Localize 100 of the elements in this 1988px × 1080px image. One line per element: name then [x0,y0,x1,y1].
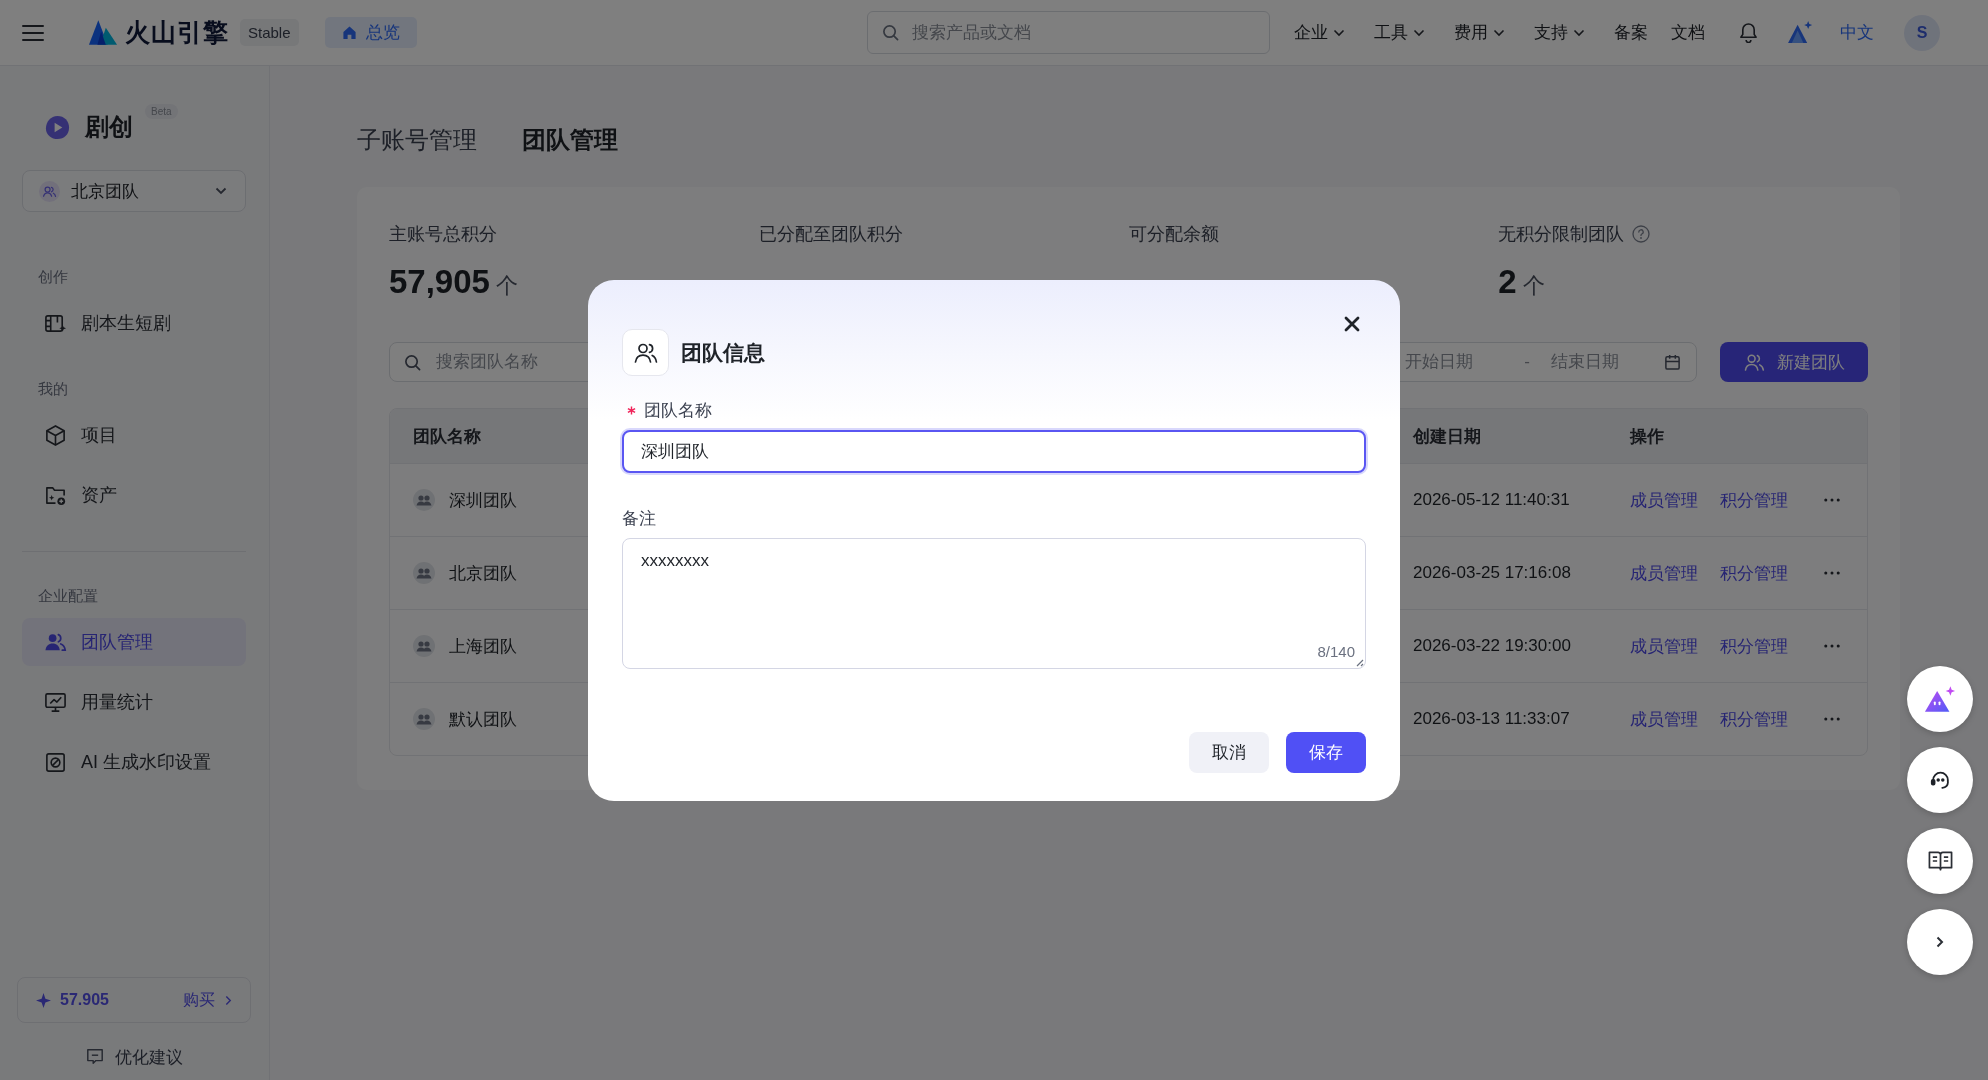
tab[interactable]: 团队管理 [522,124,618,156]
nav-menu[interactable]: 备案 [1614,21,1648,44]
stat-label: 可分配余额 [1128,223,1219,246]
team-name: 北京团队 [449,562,517,585]
nav-menu[interactable]: 工具 [1374,21,1425,44]
team-name-input[interactable]: 深圳团队 [622,430,1366,473]
section-title: 企业配置 [37,586,99,606]
action-link[interactable]: 成员管理 [1630,488,1698,512]
stat-label: 无积分限制团队 [1498,223,1625,246]
team-avatar-icon [413,708,435,730]
home-icon [341,25,357,40]
stat-value: 2 [1498,263,1517,301]
menu-icon[interactable] [22,23,44,42]
caret-icon [1333,28,1345,37]
buy-link[interactable]: 购买 [183,989,232,1011]
stat-label: 已分配至团队积分 [758,223,903,246]
team-name: 深圳团队 [449,489,517,512]
chevron-right-icon [225,994,232,1006]
team-avatar-icon [413,562,435,584]
more-icon[interactable] [1824,644,1840,648]
action-link[interactable]: 成员管理 [1630,707,1698,731]
action-link[interactable]: 积分管理 [1720,488,1788,512]
sidebar-item[interactable]: 剧本生短剧 [22,299,246,347]
search-icon [882,24,899,41]
new-team-button[interactable]: 新建团队 [1720,342,1868,382]
action-link[interactable]: 积分管理 [1720,707,1788,731]
support-button[interactable] [1907,747,1973,813]
more-icon[interactable] [1824,717,1840,721]
feedback-icon [85,1048,104,1066]
stat-unit: 个 [495,272,518,300]
app-name: 剧创 [85,112,133,142]
nav-menu[interactable]: 文档 [1671,21,1705,44]
calendar-icon [1664,353,1681,371]
chevron-down-icon [215,187,227,195]
sidebar-item[interactable]: 用量统计 [22,678,246,726]
search-field[interactable]: 搜索产品或文档 [867,11,1270,54]
caret-icon [1413,28,1425,37]
field-label: 备注 [622,507,656,530]
created-date: 2026-03-13 11:33:07 [1412,709,1571,729]
language-link[interactable]: 中文 [1840,21,1874,44]
mountain-sparkle-icon[interactable] [1788,21,1813,44]
column-header: 团队名称 [412,425,482,448]
cube-icon [44,423,67,447]
search-icon [404,353,421,371]
expand-button[interactable] [1907,909,1973,975]
sidebar-item[interactable]: 团队管理 [22,618,246,666]
nav-menu[interactable]: 企业 [1294,21,1345,44]
env-tag: Stable [240,19,299,46]
assistant-button[interactable] [1907,666,1973,732]
book-icon [1927,850,1953,872]
column-header: 操作 [1628,425,1665,448]
bell-icon[interactable] [1739,22,1758,43]
end-date-input[interactable]: 结束日期 [1551,352,1651,372]
section-title: 我的 [37,379,69,399]
team-name: 默认团队 [449,708,517,731]
char-counter: 8/140 [1317,643,1355,660]
created-date: 2026-05-12 11:40:31 [1412,490,1571,510]
action-link[interactable]: 积分管理 [1720,634,1788,658]
team-name: 上海团队 [449,635,517,658]
nav-menu[interactable]: 支持 [1534,21,1585,44]
sparkle-icon [36,992,51,1008]
monitor-chart-icon [44,690,67,714]
nav-menu[interactable]: 费用 [1454,21,1505,44]
range-separator: - [1523,352,1531,372]
team-avatar-icon [413,489,435,511]
users-icon [1743,352,1765,372]
tab[interactable]: 子账号管理 [357,124,477,156]
brand-logo-icon[interactable] [88,19,118,46]
start-date-input[interactable]: 开始日期 [1405,352,1517,372]
stat-label: 主账号总积分 [389,223,497,246]
users-icon [622,329,669,376]
sidebar-item[interactable]: AI 生成水印设置 [22,738,246,786]
dialog-button[interactable]: 保存 [1286,732,1366,773]
chevron-right-icon [1936,936,1944,948]
resize-handle-icon[interactable] [1354,657,1364,667]
caret-icon [1573,28,1585,37]
field-label: 团队名称 [644,399,712,422]
more-icon[interactable] [1824,498,1840,502]
help-icon[interactable] [1632,225,1651,243]
caret-icon [1493,28,1505,37]
action-link[interactable]: 成员管理 [1630,634,1698,658]
home-button[interactable]: 总览 [324,17,417,48]
more-icon[interactable] [1824,571,1840,575]
docs-button[interactable] [1907,828,1973,894]
dialog-button[interactable]: 取消 [1189,732,1269,773]
close-icon[interactable] [1344,316,1360,332]
created-date: 2026-03-25 17:16:08 [1412,563,1572,583]
action-link[interactable]: 成员管理 [1630,561,1698,585]
sidebar-item[interactable]: 项目 [22,411,246,459]
section-title: 创作 [37,267,69,287]
created-date: 2026-03-22 19:30:00 [1412,636,1572,656]
stat-value: 57,905 [389,263,490,301]
sidebar-item[interactable]: 资产 [22,471,246,519]
feedback-link[interactable]: 优化建议 [85,1045,183,1069]
action-link[interactable]: 积分管理 [1720,561,1788,585]
user-avatar[interactable]: S [1904,14,1940,51]
brand-name[interactable]: 火山引擎 [125,16,229,49]
column-header: 创建日期 [1412,425,1482,448]
mountain-sparkle-icon [1924,685,1956,713]
team-selector[interactable]: 北京团队 [22,170,246,212]
